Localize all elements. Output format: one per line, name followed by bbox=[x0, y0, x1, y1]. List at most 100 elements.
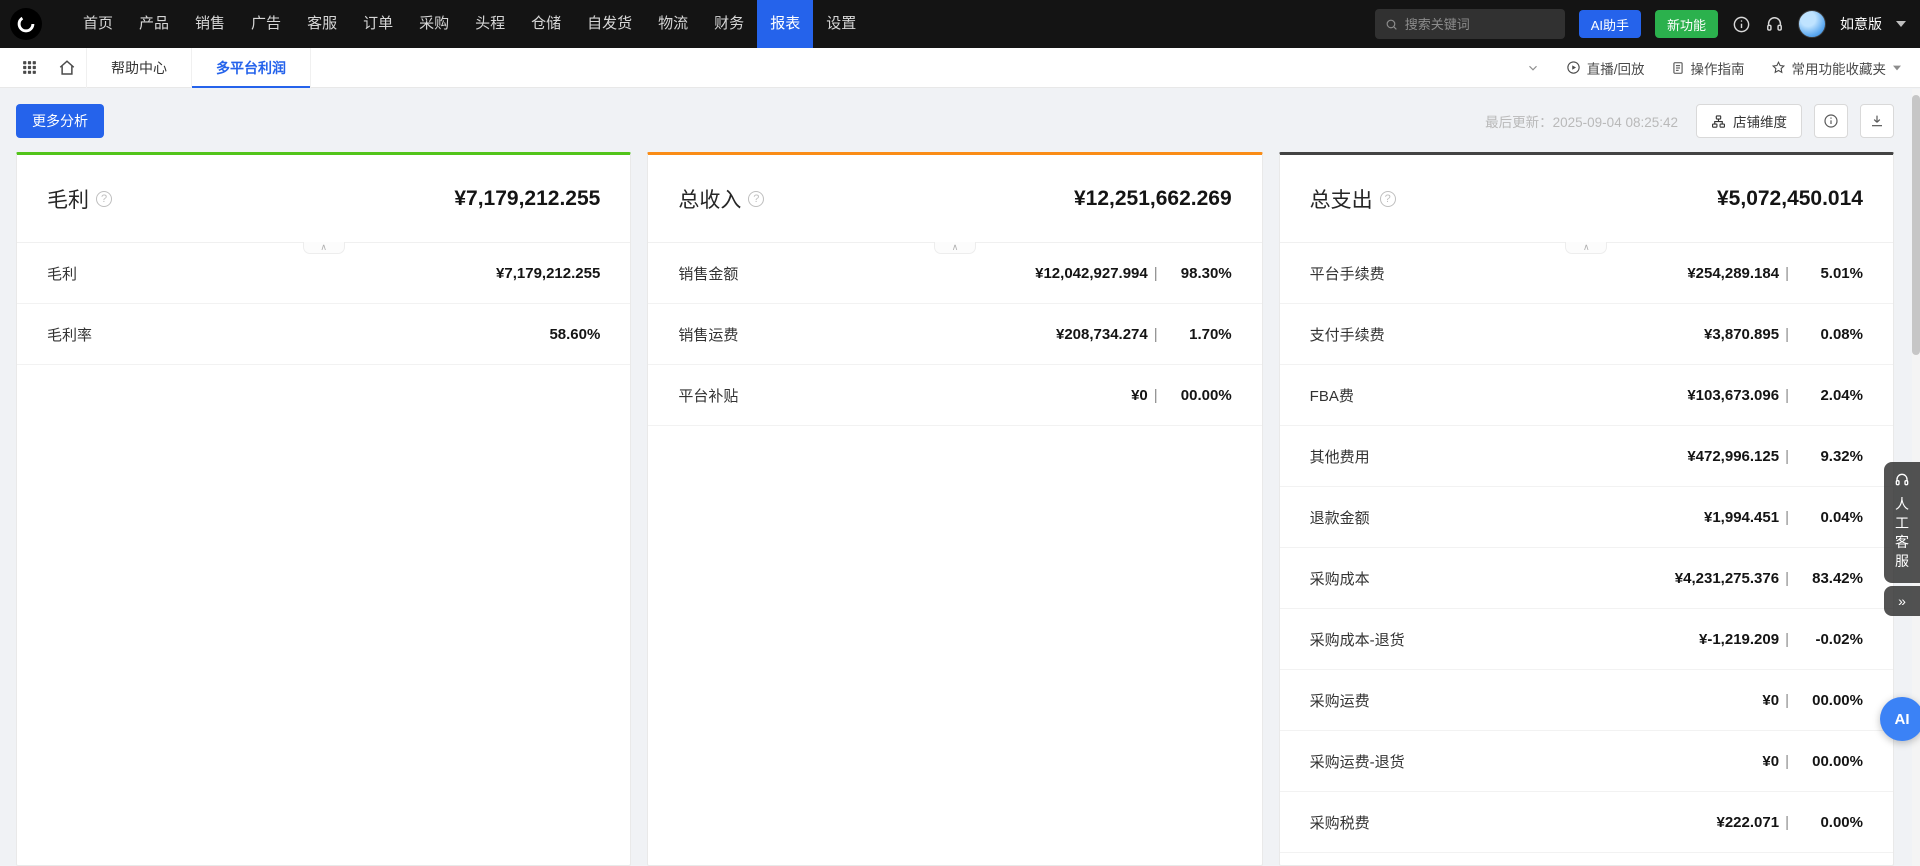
info-icon[interactable] bbox=[1732, 15, 1751, 34]
live-replay-link[interactable]: 直播/回放 bbox=[1566, 58, 1645, 78]
metric-percent: 98.30% bbox=[1158, 265, 1232, 282]
metric-row: 采购运费 ¥0 | 00.00% bbox=[1280, 670, 1893, 731]
favorites-menu[interactable]: 常用功能收藏夹 bbox=[1771, 58, 1903, 78]
sidebar-collapse-button[interactable]: » bbox=[1884, 586, 1920, 616]
menu-item-firstleg[interactable]: 头程 bbox=[462, 0, 518, 48]
last-update-text: 最后更新：2025-09-04 08:25:42 bbox=[1485, 111, 1678, 131]
metric-label: 采购成本 bbox=[1310, 568, 1675, 589]
metric-value: ¥222.071 bbox=[1717, 814, 1780, 831]
store-dimension-button[interactable]: 店铺维度 bbox=[1696, 104, 1802, 138]
card-gross-profit: 毛利 ? ¥7,179,212.255 ∧ 毛利 ¥7,179,212.255 … bbox=[16, 152, 631, 866]
app-logo-icon[interactable] bbox=[10, 8, 42, 40]
report-toolbar: 更多分析 最后更新：2025-09-04 08:25:42 店铺维度 bbox=[0, 88, 1920, 152]
search-icon bbox=[1385, 18, 1398, 31]
document-icon bbox=[1671, 61, 1685, 75]
metric-value: ¥7,179,212.255 bbox=[496, 265, 600, 282]
nav-right-cluster: AI助手 新功能 如意版 bbox=[1375, 9, 1906, 39]
metric-value: ¥-1,219.209 bbox=[1699, 631, 1779, 648]
ai-assistant-button[interactable]: AI助手 bbox=[1579, 10, 1641, 38]
menu-item-warehouse[interactable]: 仓储 bbox=[518, 0, 574, 48]
home-icon[interactable] bbox=[48, 48, 86, 88]
card-total-value: ¥12,251,662.269 bbox=[1074, 187, 1232, 211]
metric-value: ¥103,673.096 bbox=[1687, 387, 1779, 404]
metric-value: 58.60% bbox=[549, 326, 600, 343]
metric-row: 支付手续费 ¥3,870.895 | 0.08% bbox=[1280, 304, 1893, 365]
menu-item-selffulfill[interactable]: 自发货 bbox=[574, 0, 645, 48]
metric-percent: 0.08% bbox=[1789, 326, 1863, 343]
card-title-text: 总收入 bbox=[678, 184, 741, 214]
scrollbar-thumb[interactable] bbox=[1912, 95, 1920, 355]
metric-row: 毛利率 58.60% bbox=[17, 304, 630, 365]
metric-label: 毛利 bbox=[47, 263, 496, 284]
headset-icon[interactable] bbox=[1765, 15, 1784, 34]
card-title: 毛利 ? bbox=[47, 184, 112, 214]
card-header: 毛利 ? ¥7,179,212.255 ∧ bbox=[17, 155, 630, 243]
metric-percent: 00.00% bbox=[1789, 753, 1863, 770]
menu-item-logistics[interactable]: 物流 bbox=[645, 0, 701, 48]
collapse-handle[interactable]: ∧ bbox=[934, 242, 976, 254]
new-feature-button[interactable]: 新功能 bbox=[1655, 10, 1718, 38]
metric-percent: 83.42% bbox=[1789, 570, 1863, 587]
help-icon[interactable]: ? bbox=[748, 191, 764, 207]
card-title: 总支出 ? bbox=[1310, 184, 1396, 214]
app-grid-icon[interactable] bbox=[10, 48, 48, 88]
more-analysis-button[interactable]: 更多分析 bbox=[16, 104, 104, 138]
download-button[interactable] bbox=[1860, 104, 1894, 138]
menu-item-home[interactable]: 首页 bbox=[70, 0, 126, 48]
menu-item-finance[interactable]: 财务 bbox=[701, 0, 757, 48]
search-input[interactable] bbox=[1405, 17, 1555, 32]
favorites-caret-icon bbox=[1893, 65, 1901, 70]
live-replay-label: 直播/回放 bbox=[1587, 58, 1645, 78]
user-avatar[interactable] bbox=[1798, 10, 1826, 38]
guide-link[interactable]: 操作指南 bbox=[1671, 58, 1745, 78]
top-navigation: 首页 产品 销售 广告 客服 订单 采购 头程 仓储 自发货 物流 财务 报表 … bbox=[0, 0, 1920, 48]
metric-percent: 1.70% bbox=[1158, 326, 1232, 343]
metric-row: 采购运费-退货 ¥0 | 00.00% bbox=[1280, 731, 1893, 792]
metric-rows: 销售金额 ¥12,042,927.994 | 98.30% 销售运费 ¥208,… bbox=[648, 243, 1261, 865]
metric-row: 采购税费 ¥222.071 | 0.00% bbox=[1280, 792, 1893, 853]
menu-item-service[interactable]: 客服 bbox=[294, 0, 350, 48]
menu-item-orders[interactable]: 订单 bbox=[350, 0, 406, 48]
help-icon[interactable]: ? bbox=[96, 191, 112, 207]
menu-item-ads[interactable]: 广告 bbox=[238, 0, 294, 48]
tab-list-expand-chevron-icon[interactable] bbox=[1526, 61, 1540, 75]
card-total-expense: 总支出 ? ¥5,072,450.014 ∧ 平台手续费 ¥254,289.18… bbox=[1279, 152, 1894, 866]
collapse-handle[interactable]: ∧ bbox=[1565, 242, 1607, 254]
metric-value: ¥254,289.184 bbox=[1687, 265, 1779, 282]
global-search bbox=[1375, 9, 1565, 39]
metric-rows: 平台手续费 ¥254,289.184 | 5.01% 支付手续费 ¥3,870.… bbox=[1280, 243, 1893, 865]
metric-label: 采购税费 bbox=[1310, 812, 1717, 833]
metric-label: 采购运费 bbox=[1310, 690, 1763, 711]
card-total-revenue: 总收入 ? ¥12,251,662.269 ∧ 销售金额 ¥12,042,927… bbox=[647, 152, 1262, 866]
customer-service-widget[interactable]: 人工客服 bbox=[1884, 462, 1920, 583]
metric-percent: -0.02% bbox=[1789, 631, 1863, 648]
card-title: 总收入 ? bbox=[678, 184, 764, 214]
metric-value: ¥4,231,275.376 bbox=[1675, 570, 1779, 587]
tab-help-center[interactable]: 帮助中心 bbox=[86, 48, 191, 88]
report-info-button[interactable] bbox=[1814, 104, 1848, 138]
collapse-handle[interactable]: ∧ bbox=[303, 242, 345, 254]
metric-label: 平台补贴 bbox=[678, 385, 1131, 406]
menu-item-products[interactable]: 产品 bbox=[126, 0, 182, 48]
metric-label: 毛利率 bbox=[47, 324, 549, 345]
ai-fab-button[interactable]: AI bbox=[1880, 697, 1920, 741]
metric-row: FBA费 ¥103,673.096 | 2.04% bbox=[1280, 365, 1893, 426]
card-header: 总支出 ? ¥5,072,450.014 ∧ bbox=[1280, 155, 1893, 243]
menu-item-settings[interactable]: 设置 bbox=[813, 0, 869, 48]
tabbar-right-cluster: 直播/回放 操作指南 常用功能收藏夹 bbox=[1526, 58, 1902, 78]
metric-value: ¥1,994.451 bbox=[1704, 509, 1779, 526]
metric-row: 销售运费 ¥208,734.274 | 1.70% bbox=[648, 304, 1261, 365]
menu-item-reports[interactable]: 报表 bbox=[757, 0, 813, 48]
metric-value: ¥3,870.895 bbox=[1704, 326, 1779, 343]
menu-item-sales[interactable]: 销售 bbox=[182, 0, 238, 48]
metric-row: 采购成本-退货 ¥-1,219.209 | -0.02% bbox=[1280, 609, 1893, 670]
sitemap-icon bbox=[1711, 114, 1726, 129]
edition-label[interactable]: 如意版 bbox=[1840, 14, 1882, 34]
edition-caret-icon[interactable] bbox=[1896, 21, 1906, 27]
help-icon[interactable]: ? bbox=[1380, 191, 1396, 207]
favorites-label: 常用功能收藏夹 bbox=[1792, 58, 1887, 78]
menu-item-purchase[interactable]: 采购 bbox=[406, 0, 462, 48]
tab-multi-platform-profit[interactable]: 多平台利润 bbox=[191, 48, 311, 88]
metric-row: 平台补贴 ¥0 | 00.00% bbox=[648, 365, 1261, 426]
metric-label: 采购成本-退货 bbox=[1310, 629, 1699, 650]
